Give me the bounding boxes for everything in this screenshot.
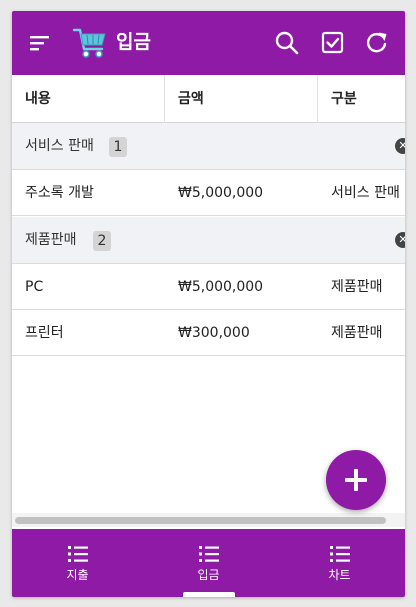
- app-bar: 입금: [12, 11, 405, 75]
- list-icon: [199, 546, 219, 562]
- list-icon: [68, 546, 88, 562]
- cell-category: 제품판매: [331, 325, 383, 341]
- group-remove-icon[interactable]: ✕: [395, 138, 405, 154]
- scrollbar-thumb[interactable]: [15, 517, 386, 524]
- table-row[interactable]: 프린터 ₩300,000 제품판매: [12, 310, 405, 356]
- group-name: 서비스 판매: [25, 138, 94, 154]
- cell-amount: ₩300,000: [178, 325, 250, 341]
- cell-category: 제품판매: [331, 279, 383, 295]
- table-header: 내용 금액 구분: [12, 75, 405, 123]
- column-header-category[interactable]: 구분: [318, 75, 405, 123]
- group-header[interactable]: 서비스 판매 1 ✕: [12, 123, 405, 170]
- table-row[interactable]: PC ₩5,000,000 제품판매: [12, 264, 405, 310]
- column-header-amount[interactable]: 금액: [165, 75, 318, 123]
- shopping-cart-icon: [72, 28, 106, 58]
- selected-tab-indicator: [183, 592, 235, 597]
- cell-category: 서비스 판매: [331, 185, 400, 201]
- column-header-content[interactable]: 내용: [12, 75, 165, 123]
- cell-content: PC: [25, 279, 44, 295]
- tab-income[interactable]: 입금: [143, 529, 274, 597]
- group-count-badge: 2: [93, 231, 111, 251]
- tab-expense[interactable]: 지출: [12, 529, 143, 597]
- page-title: 입금: [116, 31, 151, 53]
- menu-icon[interactable]: [28, 31, 52, 55]
- group-remove-icon[interactable]: ✕: [395, 232, 405, 248]
- add-entry-button[interactable]: [326, 450, 386, 510]
- search-icon[interactable]: [273, 29, 301, 57]
- group-header[interactable]: 제품판매 2 ✕: [12, 217, 405, 264]
- refresh-icon[interactable]: [363, 29, 391, 57]
- tab-label: 지출: [66, 568, 89, 582]
- app-window: 입금 내용 금액 구분 서비스 판매 1 ✕ 주소록 개발 ₩5,000,000…: [12, 11, 405, 597]
- cell-amount: ₩5,000,000: [178, 279, 264, 295]
- tab-label: 차트: [328, 568, 351, 582]
- table-row[interactable]: 주소록 개발 ₩5,000,000 서비스 판매: [12, 170, 405, 216]
- bottom-navigation: 지출 입금 차트: [12, 529, 405, 597]
- tab-label: 입금: [197, 568, 220, 582]
- checkbox-icon[interactable]: [319, 29, 347, 57]
- list-icon: [330, 546, 350, 562]
- group-name: 제품판매: [25, 232, 77, 248]
- group-count-badge: 1: [109, 137, 127, 157]
- cell-content: 프린터: [25, 325, 64, 341]
- cell-amount: ₩5,000,000: [178, 185, 264, 201]
- horizontal-scrollbar[interactable]: [12, 513, 405, 527]
- tab-chart[interactable]: 차트: [274, 529, 405, 597]
- cell-content: 주소록 개발: [25, 185, 94, 201]
